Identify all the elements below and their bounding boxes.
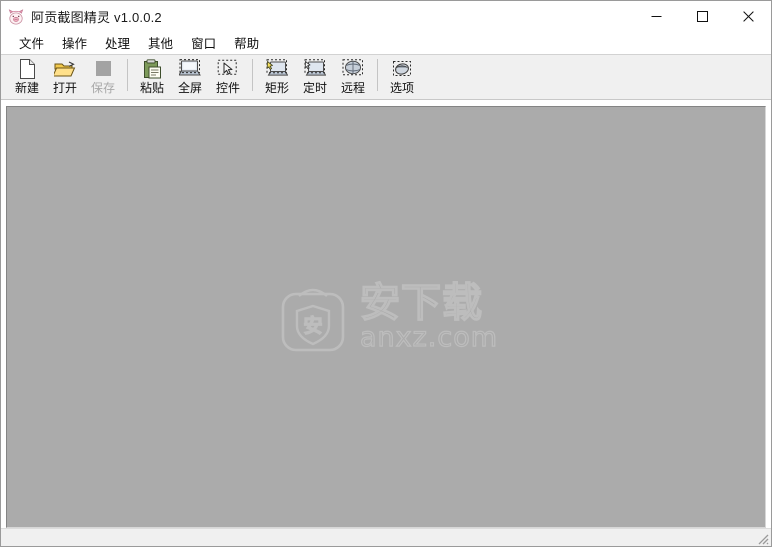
status-bar [1,528,771,546]
toolbar-button-new[interactable]: 新建 [8,55,46,99]
new-page-icon [15,58,39,79]
watermark-en-text: anxz.com [359,322,499,353]
save-disk-icon [91,58,115,79]
toolbar-group-capture-basic: 粘贴 全屏 控件 [133,55,247,99]
toolbar-button-fullscreen-label: 全屏 [177,81,202,95]
toolbar-button-open[interactable]: 打开 [46,55,84,99]
toolbar-separator [377,59,378,91]
toolbar-button-paste-label: 粘贴 [139,81,164,95]
fullscreen-capture-icon [178,58,202,79]
svg-text:安: 安 [303,314,322,337]
watermark-text: 安下载 anxz.com [359,280,499,353]
toolbar-button-remote-label: 远程 [340,81,365,95]
remote-capture-icon [341,58,365,79]
options-icon [390,58,414,79]
menu-item-operation[interactable]: 操作 [53,31,96,55]
menu-item-help[interactable]: 帮助 [225,31,268,55]
toolbar-button-timer-label: 定时 [302,81,327,95]
toolbar-button-timer[interactable]: 定时 [296,55,334,99]
pig-mascot-icon [7,8,25,26]
window-controls [633,1,771,32]
anxz-shield-bag-logo: 安 [274,278,352,356]
resize-grip-icon[interactable] [755,531,769,545]
menu-item-other[interactable]: 其他 [139,31,182,55]
minimize-button[interactable] [633,1,679,32]
toolbar-button-new-label: 新建 [14,81,39,95]
toolbar-separator [252,59,253,91]
toolbar: 新建 打开 保存 粘贴 全屏 控件 矩形 定时 远程 选项 [1,54,771,100]
toolbar-button-rectangle-label: 矩形 [264,81,289,95]
window-title: 阿贡截图精灵 v1.0.0.2 [31,10,162,25]
toolbar-button-fullscreen[interactable]: 全屏 [171,55,209,99]
timer-capture-icon [303,58,327,79]
toolbar-button-paste[interactable]: 粘贴 [133,55,171,99]
toolbar-button-control[interactable]: 控件 [209,55,247,99]
menu-item-file[interactable]: 文件 [10,31,53,55]
toolbar-separator [127,59,128,91]
menu-item-process[interactable]: 处理 [96,31,139,55]
toolbar-group-options: 选项 [383,55,421,99]
application-window: 阿贡截图精灵 v1.0.0.2 文件 操作 处理 其他 窗口 帮助 新建 打开 … [0,0,772,547]
menu-bar: 文件 操作 处理 其他 窗口 帮助 [1,32,771,54]
toolbar-button-save-label: 保存 [90,81,115,95]
toolbar-button-control-label: 控件 [215,81,240,95]
image-canvas[interactable]: 安 安下载 anxz.com [6,106,766,528]
toolbar-button-options[interactable]: 选项 [383,55,421,99]
toolbar-button-options-label: 选项 [389,81,414,95]
client-area: 安 安下载 anxz.com [1,100,771,528]
toolbar-button-open-label: 打开 [52,81,77,95]
maximize-button[interactable] [679,1,725,32]
title-bar: 阿贡截图精灵 v1.0.0.2 [1,1,771,32]
paste-clipboard-icon [140,58,164,79]
toolbar-button-remote[interactable]: 远程 [334,55,372,99]
toolbar-group-capture-modes: 矩形 定时 远程 [258,55,372,99]
toolbar-button-rectangle[interactable]: 矩形 [258,55,296,99]
watermark-cn-text: 安下载 [359,280,483,326]
control-capture-icon [216,58,240,79]
rectangle-capture-icon [265,58,289,79]
menu-item-window[interactable]: 窗口 [182,31,225,55]
open-folder-icon [53,58,77,79]
toolbar-group-file: 新建 打开 保存 [8,55,122,99]
toolbar-button-save[interactable]: 保存 [84,55,122,99]
close-button[interactable] [725,1,771,32]
watermark: 安 安下载 anxz.com [274,278,498,356]
